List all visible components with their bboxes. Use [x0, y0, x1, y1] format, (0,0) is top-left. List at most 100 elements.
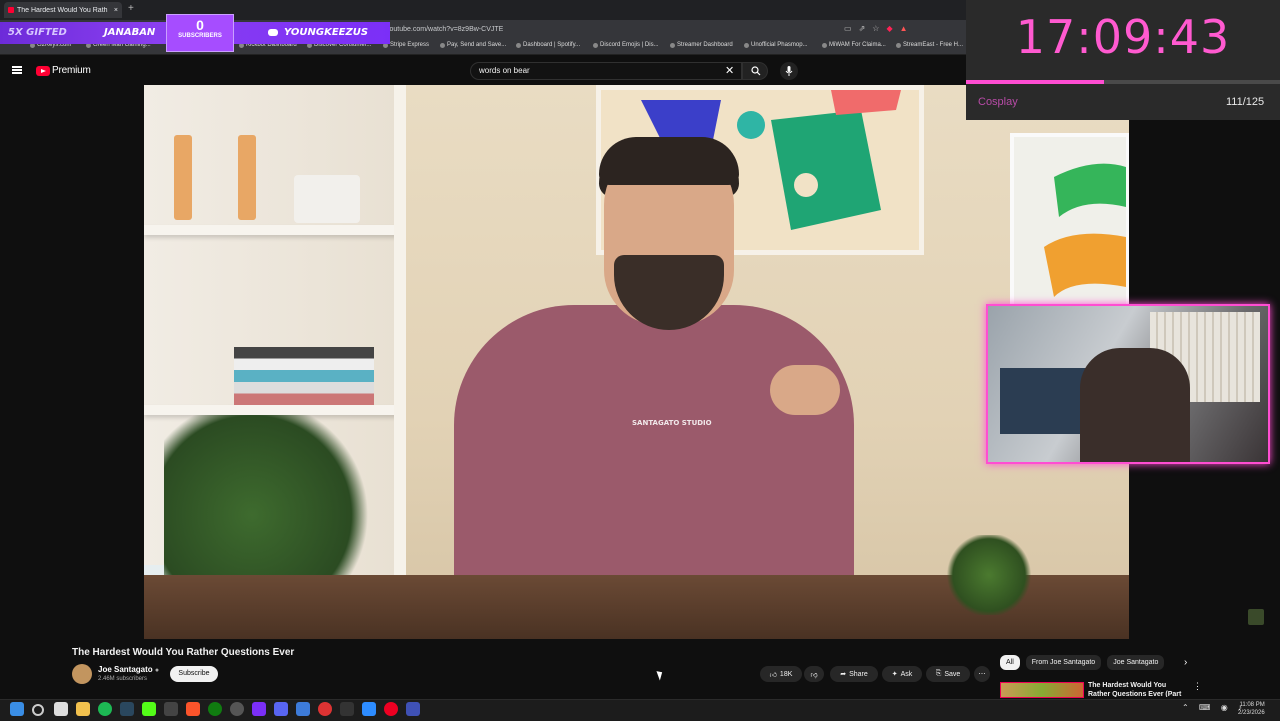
- video-frame-hand: [770, 365, 840, 415]
- video-frame-plant-2: [944, 535, 1034, 615]
- spotify-icon[interactable]: [98, 702, 112, 716]
- terminal-icon[interactable]: [164, 702, 178, 716]
- file-explorer-icon[interactable]: [76, 702, 90, 716]
- search-taskbar-icon[interactable]: [32, 704, 44, 716]
- video-frame-hair-top: [599, 137, 739, 185]
- task-view-icon[interactable]: [54, 702, 68, 716]
- subscriber-count: 0: [196, 17, 204, 33]
- save-label: Save: [944, 670, 961, 678]
- subscriber-label: SUBSCRIBERS: [178, 33, 222, 39]
- menu-icon[interactable]: [12, 66, 22, 74]
- sparkle-icon: ✦: [891, 671, 898, 678]
- more-actions-button[interactable]: ⋯: [974, 666, 990, 682]
- clear-search-icon[interactable]: ✕: [725, 64, 734, 77]
- video-frame-bottle: [174, 135, 192, 220]
- brave-icon[interactable]: [186, 702, 200, 716]
- bookmark-favicon-icon: [593, 42, 598, 48]
- discord-taskbar-icon[interactable]: [274, 702, 288, 716]
- close-tab-icon[interactable]: ×: [114, 7, 118, 14]
- webcam-monitor: [1000, 368, 1090, 434]
- stream-timer: 17:09:43: [1015, 10, 1231, 64]
- dislike-button[interactable]: 👎︎: [804, 666, 824, 682]
- video-frame-books: [234, 347, 374, 405]
- chevron-right-icon[interactable]: ›: [1184, 657, 1187, 668]
- channel-name[interactable]: Joe Santagato ●: [98, 665, 159, 674]
- bookmark-item[interactable]: MiWAM For Claima...: [822, 42, 886, 48]
- share-label: Share: [849, 670, 868, 678]
- video-frame-artwork-2: [1010, 133, 1129, 333]
- save-button[interactable]: ⎘ Save: [926, 666, 970, 682]
- youtube-premium-logo[interactable]: Premium: [52, 65, 91, 76]
- related-video-menu-icon[interactable]: ⋮: [1193, 681, 1202, 692]
- search-icon: [751, 66, 761, 76]
- ask-label: Ask: [900, 670, 913, 678]
- gifter-name: JANABAN: [104, 27, 156, 38]
- chip-all[interactable]: All: [1000, 655, 1020, 670]
- goal-category: Cosplay: [978, 96, 1018, 108]
- obs-icon[interactable]: [230, 702, 244, 716]
- mouse-cursor-icon: [656, 669, 665, 681]
- subscribe-button[interactable]: Subscribe: [170, 666, 218, 682]
- bookmark-favicon-icon: [516, 42, 521, 48]
- app-icon[interactable]: [406, 702, 420, 716]
- bookmark-item[interactable]: Dashboard | Spotify...: [516, 42, 580, 48]
- video-frame-camera: [294, 175, 360, 223]
- youtube-logo-icon[interactable]: [36, 66, 50, 76]
- bookmark-favicon-icon: [896, 42, 901, 48]
- windows-start-icon[interactable]: [10, 702, 24, 716]
- new-tab-button[interactable]: +: [128, 3, 134, 14]
- chip-channel[interactable]: Joe Santagato: [1107, 655, 1165, 670]
- bookmark-star-icon[interactable]: ☆: [872, 24, 879, 33]
- channel-avatar[interactable]: [72, 664, 92, 684]
- bookmark-item[interactable]: Unofficial Phasmop...: [744, 42, 808, 48]
- video-title: The Hardest Would You Rather Questions E…: [72, 647, 295, 658]
- browser-tab-title: The Hardest Would You Rath: [17, 6, 108, 14]
- bookmark-item[interactable]: Discord Emojis | Dis...: [593, 42, 659, 48]
- brave-shield-icon[interactable]: ◆: [886, 24, 892, 33]
- app-icon[interactable]: [296, 702, 310, 716]
- system-tray[interactable]: ⌃ ⌨ ◉ ♪: [1182, 703, 1246, 712]
- bookmark-item[interactable]: Pay, Send and Save...: [440, 42, 506, 48]
- brave-rewards-icon[interactable]: ▲: [900, 24, 908, 33]
- like-count: 18K: [779, 670, 793, 678]
- verified-icon: ●: [154, 667, 160, 674]
- kick-icon[interactable]: [142, 702, 156, 716]
- voice-search-button[interactable]: [780, 62, 798, 80]
- microphone-icon: [785, 66, 793, 76]
- bookmark-icon: ⎘: [935, 670, 942, 677]
- share-icon: ➦: [840, 671, 847, 678]
- chrome-icon[interactable]: [318, 702, 332, 716]
- app-icon[interactable]: [340, 702, 354, 716]
- like-button[interactable]: 👍︎ 18K: [760, 666, 802, 682]
- share-button[interactable]: ➦ Share: [830, 666, 878, 682]
- video-frame-shelf: [144, 405, 402, 415]
- bookmark-item[interactable]: Streamer Dashboard: [670, 42, 733, 48]
- player-corner-thumbnail[interactable]: [1248, 609, 1264, 625]
- channel-name-text: Joe Santagato: [98, 665, 153, 674]
- search-button[interactable]: [742, 62, 768, 80]
- gifted-subs-label: 5X GIFTED: [8, 27, 67, 38]
- share-page-icon[interactable]: ⇗: [859, 24, 866, 33]
- clock-date: 2/23/2026: [1238, 710, 1265, 716]
- xbox-icon[interactable]: [208, 702, 222, 716]
- system-clock[interactable]: 11:08 PM 2/23/2026: [1238, 701, 1265, 717]
- related-video-title[interactable]: The Hardest Would You Rather Questions E…: [1088, 681, 1188, 697]
- chip-from-channel[interactable]: From Joe Santagato: [1025, 655, 1102, 670]
- ask-button[interactable]: ✦ Ask: [882, 666, 922, 682]
- streamlabs-icon[interactable]: [252, 702, 266, 716]
- bookmark-item[interactable]: StreamEast - Free H...: [896, 42, 963, 48]
- bookmark-favicon-icon: [744, 42, 749, 48]
- video-player[interactable]: SANTAGATO STUDIO: [144, 85, 1129, 639]
- discord-name: YOUNGKEEZUS: [284, 27, 369, 38]
- steam-icon[interactable]: [120, 702, 134, 716]
- discord-icon: [268, 29, 278, 36]
- bookmark-favicon-icon: [670, 42, 675, 48]
- discord-badge: YOUNGKEEZUS: [268, 27, 368, 38]
- search-query[interactable]: words on bear: [479, 66, 530, 75]
- app-icon[interactable]: [384, 702, 398, 716]
- cast-icon[interactable]: ▭: [844, 24, 852, 33]
- related-video-thumbnail[interactable]: [1000, 682, 1084, 698]
- browser-tab[interactable]: The Hardest Would You Rath ×: [4, 2, 122, 18]
- app-icon[interactable]: [362, 702, 376, 716]
- goal-count: 111/125: [1226, 96, 1265, 108]
